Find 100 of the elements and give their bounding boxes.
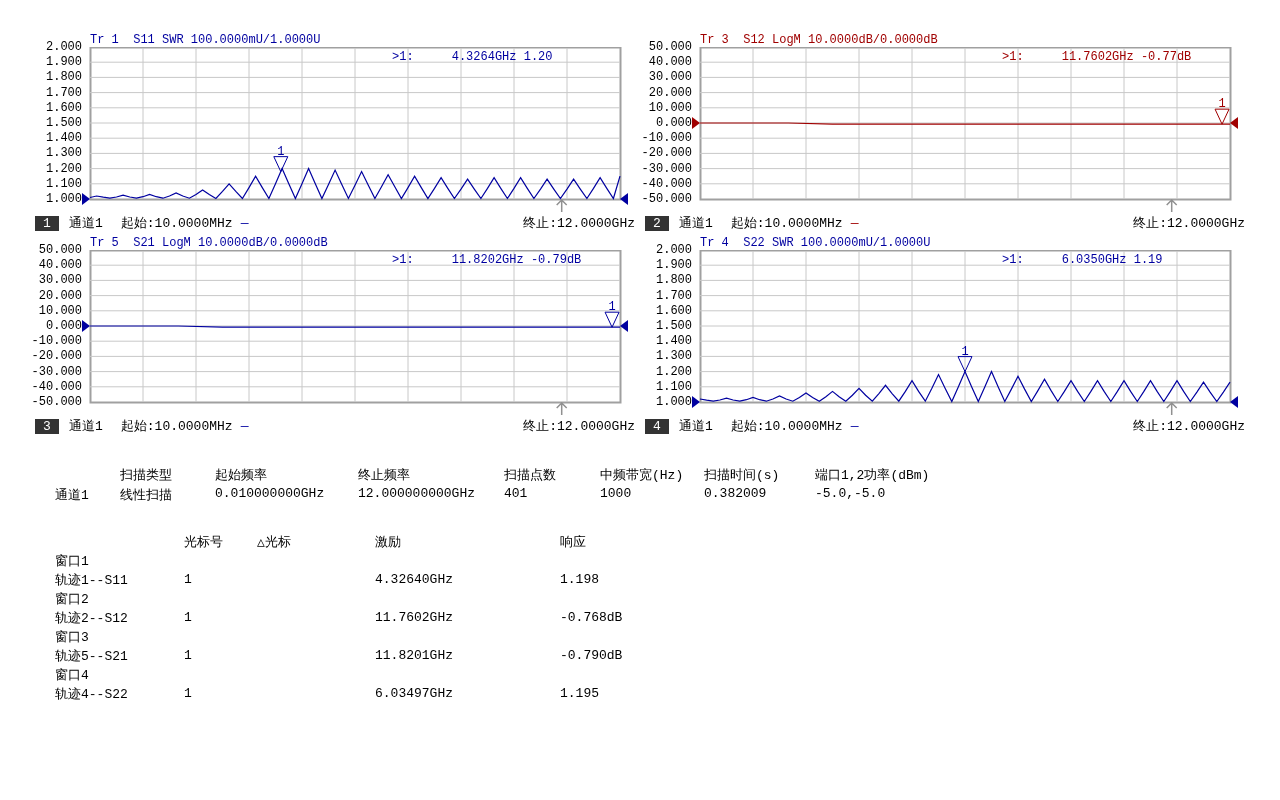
table-cell: -0.768dB: [560, 610, 623, 625]
marker-readout: 11.8202GHz -0.79dB: [451, 253, 582, 267]
axis-tick-label: 40.000: [648, 55, 692, 70]
reference-arrow-icon: [620, 320, 628, 332]
marker-triangle-icon: [273, 156, 289, 173]
trace-title: Tr 4 S22 SWR 100.0000mU/1.0000U: [700, 237, 932, 250]
table-cell-text: 轨迹5--S21: [55, 647, 129, 665]
window-number-badge: 3: [35, 418, 59, 434]
marker-readout: 11.7602GHz -0.77dB: [1061, 50, 1192, 64]
axis-tick-label: 1.700: [656, 288, 692, 303]
axis-tick-label: 30.000: [38, 273, 82, 288]
axis-tick-label: 1.900: [46, 55, 82, 70]
stop-frequency: 终止:12.0000GHz: [523, 215, 635, 232]
stop-frequency: 终止:12.0000GHz: [523, 418, 635, 435]
table-cell-text: 1: [184, 572, 193, 587]
table-cell-text: 1: [184, 648, 193, 663]
column-header: 中频带宽(Hz): [600, 467, 685, 484]
axis-tick-label: 40.000: [38, 258, 82, 273]
start-frequency: 起始:10.0000MHz: [730, 418, 843, 435]
axis-tick-label: 20.000: [38, 288, 82, 303]
table-cell-text: 11.8201GHz: [375, 648, 454, 663]
axis-tick-label: 1.000: [46, 192, 82, 206]
table-cell-text: 1.195: [560, 686, 600, 701]
reference-arrow-icon: [1230, 117, 1238, 129]
axis-tick-label: 1.600: [656, 303, 692, 318]
marker-number: 1: [277, 144, 285, 159]
column-header: 起始频率: [215, 467, 268, 484]
axis-tick-label: 1.100: [656, 379, 692, 394]
stop-frequency: 终止:12.0000GHz: [1133, 215, 1245, 232]
marker-readout: 4.3264GHz 1.20: [451, 50, 553, 64]
window-label: 窗口1: [55, 552, 90, 570]
channel-label: 通道1: [69, 418, 103, 435]
table-cell-text: 0.010000000GHz: [215, 486, 326, 503]
axis-tick-label: 1.200: [46, 161, 82, 176]
table-cell-text: 1: [184, 610, 193, 625]
axis-tick-label: -10.000: [31, 334, 82, 349]
axis-tick-label: 1.700: [46, 85, 82, 100]
table-cell-text: 401: [504, 486, 529, 503]
axis-tick-label: 1.300: [46, 146, 82, 161]
column-header: △光标: [257, 533, 292, 551]
axis-tick-label: 1.600: [46, 100, 82, 115]
column-header: 扫描点数: [504, 467, 557, 484]
axis-tick-label: 10.000: [648, 100, 692, 115]
table-cell-text: 1.198: [560, 572, 600, 587]
table-cell-text: 12.000000000GHz: [358, 486, 477, 503]
window-number-badge: 2: [645, 215, 669, 231]
axis-tick-label: 30.000: [648, 70, 692, 85]
stimulus-arrow-icon: [1165, 401, 1178, 416]
axis-tick-label: 0.000: [46, 319, 82, 333]
reference-arrow-icon: [692, 117, 700, 129]
axis-tick-label: -50.000: [31, 395, 82, 409]
axis-tick-label: -20.000: [641, 146, 692, 161]
trace-title: Tr 1 S11 SWR 100.0000mU/1.0000U: [90, 34, 322, 47]
trace-dash: —: [850, 418, 859, 434]
channel-label: 通道1: [679, 418, 713, 435]
table-cell-text: 通道1: [55, 487, 90, 504]
axis-tick-label: -50.000: [641, 192, 692, 206]
axis-tick-label: 1.300: [656, 349, 692, 364]
axis-tick-label: 2.000: [46, 40, 82, 54]
axis-tick-label: 0.000: [656, 116, 692, 130]
column-header: 扫描时间(s): [704, 467, 781, 484]
window-number-badge: 1: [35, 215, 59, 231]
trace-dash: —: [850, 215, 859, 231]
marker-triangle-icon: [1214, 108, 1230, 125]
axis-tick-label: -30.000: [641, 161, 692, 176]
reference-arrow-icon: [82, 320, 90, 332]
table-cell: -0.790dB: [560, 648, 623, 663]
axis-tick-label: -30.000: [31, 364, 82, 379]
marker-id: >1:: [1002, 50, 1024, 64]
axis-tick-label: 1.500: [656, 319, 692, 333]
axis-tick-label: -10.000: [641, 131, 692, 146]
stimulus-arrow-icon: [555, 401, 568, 416]
marker-triangle-icon: [604, 311, 620, 328]
table-cell-text: 6.03497GHz: [375, 686, 454, 701]
window-label: 窗口2: [55, 590, 90, 608]
marker-readout: 6.0350GHz 1.19: [1061, 253, 1163, 267]
marker-number: 1: [1218, 97, 1226, 112]
reference-arrow-icon: [692, 396, 700, 408]
stimulus-arrow-icon: [555, 198, 568, 213]
table-cell-text: 轨迹2--S12: [55, 609, 129, 627]
table-cell-text: 1000: [600, 486, 633, 503]
axis-tick-label: 50.000: [38, 243, 82, 257]
table-cell-text: 线性扫描: [120, 487, 173, 504]
table-cell-text: 轨迹4--S22: [55, 685, 129, 703]
trace-title: Tr 3 S12 LogM 10.0000dB/0.0000dB: [700, 34, 939, 47]
axis-tick-label: 1.500: [46, 116, 82, 130]
channel-label: 通道1: [679, 215, 713, 232]
axis-tick-label: 50.000: [648, 40, 692, 54]
axis-tick-label: 1.100: [46, 176, 82, 191]
marker-number: 1: [961, 344, 969, 359]
axis-tick-label: 10.000: [38, 303, 82, 318]
marker-id: >1:: [392, 50, 414, 64]
axis-tick-label: 1.800: [46, 70, 82, 85]
column-header: 端口1,2功率(dBm): [815, 467, 930, 484]
reference-arrow-icon: [620, 193, 628, 205]
trace-title: Tr 5 S21 LogM 10.0000dB/0.0000dB: [90, 237, 329, 250]
start-frequency: 起始:10.0000MHz: [120, 215, 233, 232]
table-cell-text: -5.0,-5.0: [815, 486, 887, 503]
axis-tick-label: -40.000: [641, 176, 692, 191]
axis-tick-label: 1.000: [656, 395, 692, 409]
